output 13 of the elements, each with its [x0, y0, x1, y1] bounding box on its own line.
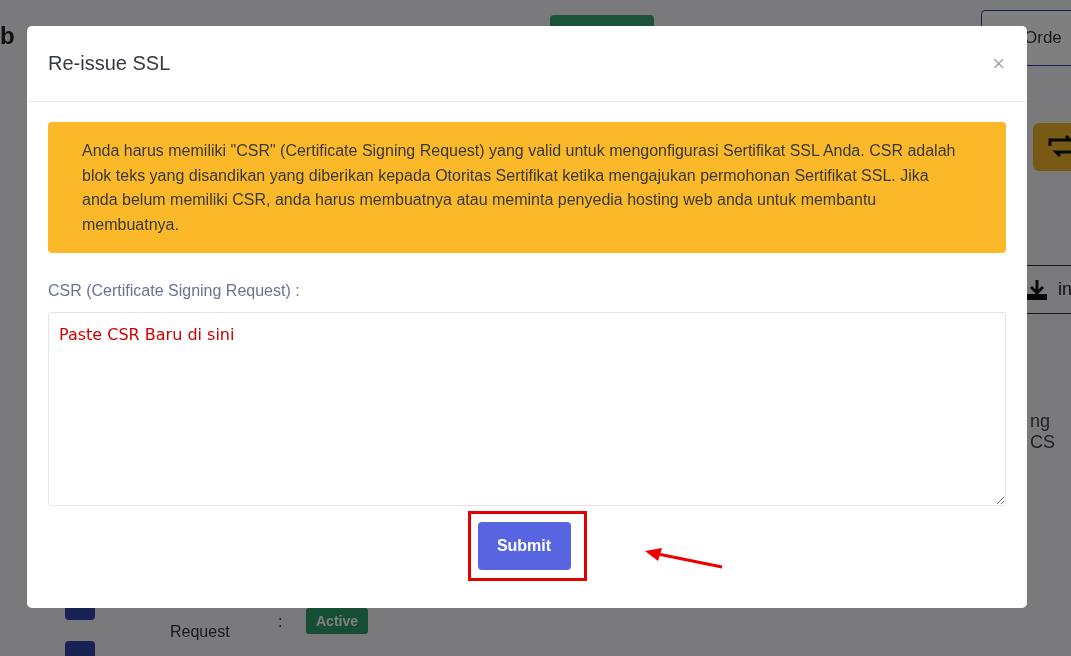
modal-title: Re-issue SSL: [48, 52, 171, 75]
info-text: ng CS: [1030, 411, 1056, 453]
separator: :: [278, 613, 283, 631]
warning-alert: Anda harus memiliki "CSR" (Certificate Signing Request) yang valid untuk mengonfigurasi Sertifikat SSL Anda. CSR adalah blok teks yang disandikan yang diberikan kepada Otoritas Sertifikat ketika mengajukan permohonan Sertifikat SSL. Jika anda belum memiliki CSR, anda harus membuatnya atau meminta penyedia hosting web anda untuk membantu membuatnya.: [48, 122, 1006, 253]
close-button[interactable]: ×: [992, 50, 1005, 77]
field-label: CSR (Certificate Signing Request) :: [48, 282, 301, 300]
page-title: b: [0, 22, 15, 50]
sync-icon: [1046, 133, 1071, 158]
submit-button[interactable]: Submit: [477, 522, 571, 570]
download-icon: [1026, 278, 1048, 301]
status-badge: Active: [306, 608, 369, 634]
status-label: Request: [170, 623, 230, 641]
csr-input-field[interactable]: Paste CSR Baru di sini: [48, 312, 1006, 506]
